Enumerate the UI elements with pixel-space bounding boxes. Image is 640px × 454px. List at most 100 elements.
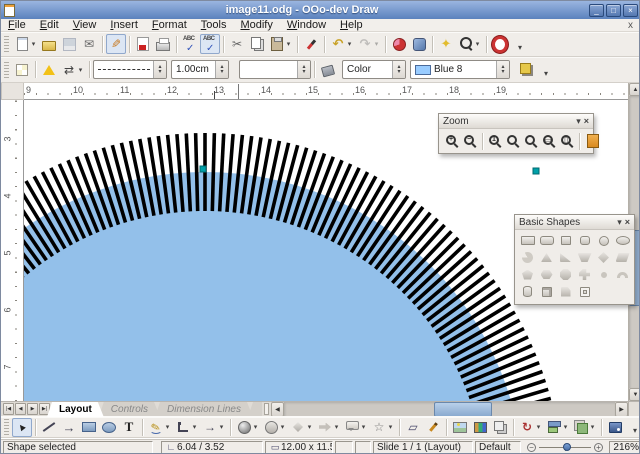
toolbar-grip[interactable]	[4, 419, 9, 435]
insert-picture-button[interactable]	[450, 418, 470, 437]
zoom-button[interactable]	[456, 34, 483, 54]
zoom-slider-thumb[interactable]	[563, 443, 571, 451]
previous-slide-button[interactable]: ◀	[15, 403, 26, 415]
points-button[interactable]	[403, 418, 423, 437]
menu-modify-button[interactable]: Modify	[233, 19, 279, 31]
fill-color-select[interactable]: Blue 8	[410, 60, 510, 79]
arrow-button[interactable]	[59, 418, 79, 437]
zoom-level[interactable]: 216%	[609, 441, 640, 454]
dropdown-arrow-icon[interactable]	[279, 423, 286, 431]
dropdown-arrow-icon[interactable]	[306, 423, 313, 431]
ellipse-button[interactable]	[614, 233, 631, 248]
spinner-icon[interactable]	[297, 61, 310, 78]
zoom-slider[interactable]	[523, 441, 607, 454]
selection-handle[interactable]	[200, 166, 206, 172]
connector-button[interactable]	[173, 418, 200, 437]
parallelogram-button[interactable]	[614, 250, 631, 265]
zoom-in-icon[interactable]	[594, 443, 603, 452]
new-button[interactable]	[12, 34, 39, 54]
scroll-up-button[interactable]	[629, 83, 640, 96]
spinner-icon[interactable]	[392, 61, 405, 78]
cylinder-button[interactable]	[519, 284, 536, 299]
menu-insert-button[interactable]: Insert	[103, 19, 145, 31]
block-arc-button[interactable]	[614, 267, 631, 282]
dropdown-arrow-icon[interactable]	[387, 423, 394, 431]
gallery-button[interactable]	[436, 34, 456, 54]
panel-close-icon[interactable]	[584, 117, 589, 126]
dropdown-arrow-icon[interactable]	[218, 423, 225, 431]
horizontal-ruler[interactable]: 910111213141516171819	[24, 83, 628, 100]
diamond-button[interactable]	[595, 250, 612, 265]
autospellcheck-button[interactable]	[200, 34, 220, 54]
menu-tools-button[interactable]: Tools	[194, 19, 234, 31]
spinner-icon[interactable]	[153, 61, 166, 78]
rectangle-rounded-button[interactable]	[538, 233, 555, 248]
slide-indicator[interactable]: Slide 1 / 1 (Layout)	[373, 441, 473, 454]
regular-pentagon-button[interactable]	[519, 267, 536, 282]
rectangle-button[interactable]	[519, 233, 536, 248]
basic-shapes-button[interactable]	[261, 418, 288, 437]
toolbar-overflow-button[interactable]	[510, 34, 530, 54]
square-rounded-button[interactable]	[576, 233, 593, 248]
toolbar-grip[interactable]	[4, 36, 9, 52]
dropdown-arrow-icon[interactable]	[562, 423, 569, 431]
dropdown-arrow-icon[interactable]	[589, 423, 596, 431]
paste-button[interactable]	[267, 34, 294, 54]
email-button[interactable]	[79, 34, 99, 54]
cross-button[interactable]	[576, 267, 593, 282]
dropdown-arrow-icon[interactable]	[191, 423, 198, 431]
dropdown-arrow-icon[interactable]	[164, 423, 171, 431]
panel-title-bar[interactable]: Basic Shapes	[515, 215, 634, 230]
spellcheck-button[interactable]	[180, 34, 200, 54]
page-width-button[interactable]: ▯	[558, 132, 576, 150]
menu-view-button[interactable]: View	[66, 19, 104, 31]
line-color-select[interactable]	[239, 60, 311, 79]
dropdown-arrow-icon[interactable]	[474, 40, 481, 48]
shadow-button[interactable]	[516, 60, 536, 80]
open-button[interactable]	[39, 34, 59, 54]
dropdown-arrow-icon[interactable]	[535, 423, 542, 431]
title-bar[interactable]: image11.odg - OOo-dev Draw	[1, 1, 640, 19]
ring-button[interactable]	[595, 267, 612, 282]
redo-button[interactable]	[355, 34, 382, 54]
spinner-icon[interactable]	[496, 61, 509, 78]
zoom-100-button[interactable]: 1	[486, 132, 504, 150]
zoom-next-button[interactable]	[522, 132, 540, 150]
trapezoid-button[interactable]	[576, 250, 593, 265]
chart-button[interactable]	[389, 34, 409, 54]
toolbar-grip[interactable]	[4, 62, 9, 78]
area-style-select[interactable]: Color	[342, 60, 406, 79]
menu-format-button[interactable]: Format	[145, 19, 194, 31]
line-dialog-button[interactable]	[39, 60, 59, 80]
save-button[interactable]	[59, 34, 79, 54]
tab-splitter[interactable]	[264, 403, 269, 415]
square-button[interactable]	[557, 233, 574, 248]
select-button[interactable]	[12, 418, 32, 437]
basic-shapes-floating-toolbar[interactable]: Basic Shapes	[514, 214, 635, 305]
scroll-right-button[interactable]	[615, 402, 628, 417]
hexagon-button[interactable]	[538, 267, 555, 282]
menu-help-button[interactable]: Help	[333, 19, 370, 31]
isosceles-triangle-button[interactable]	[538, 250, 555, 265]
first-slide-button[interactable]: |◀	[3, 403, 14, 415]
cut-button[interactable]	[227, 34, 247, 54]
folded-corner-button[interactable]	[557, 284, 574, 299]
circle-pie-button[interactable]	[519, 250, 536, 265]
circle-button[interactable]	[595, 233, 612, 248]
zoom-out-button[interactable]: −	[461, 132, 479, 150]
objects-3d-button[interactable]	[234, 418, 261, 437]
zoom-out-icon[interactable]	[527, 443, 536, 452]
rotate-button[interactable]	[517, 418, 544, 437]
dropdown-arrow-icon[interactable]	[252, 423, 259, 431]
export-pdf-button[interactable]	[133, 34, 153, 54]
block-arrows-button[interactable]	[315, 418, 342, 437]
ellipse-button[interactable]	[99, 418, 119, 437]
right-triangle-button[interactable]	[557, 250, 574, 265]
rectangle-button[interactable]	[79, 418, 99, 437]
zoom-slider-track[interactable]	[539, 447, 591, 448]
spinner-icon[interactable]	[215, 61, 228, 78]
clone-button[interactable]	[490, 418, 510, 437]
dropdown-arrow-icon[interactable]	[77, 66, 84, 74]
toolbar-overflow-button[interactable]	[536, 60, 556, 80]
interaction-button[interactable]	[605, 418, 625, 437]
